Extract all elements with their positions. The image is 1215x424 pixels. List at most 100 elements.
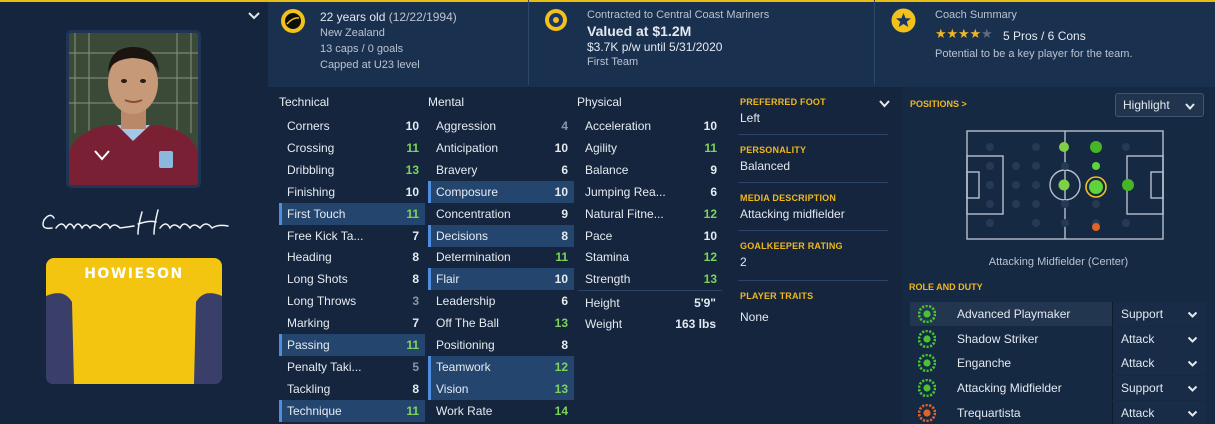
attribute-row[interactable]: Positioning 8 [428,334,574,356]
role-name: Trequartista [957,405,1021,420]
attribute-value: 13 [554,316,568,331]
attribute-row[interactable]: Long Throws 3 [279,290,425,312]
chevron-down-icon [1187,336,1198,343]
attribute-row[interactable]: Pace 10 [577,225,723,247]
chevron-down-icon[interactable] [878,97,891,110]
star-icon: ★ [935,26,947,41]
attribute-row[interactable]: Natural Fitne... 12 [577,203,723,225]
height-value: 5'9" [694,296,716,310]
attribute-name: Technique [287,403,342,418]
duty-dropdown[interactable]: Attack [1112,326,1206,351]
attribute-value: 13 [703,272,717,287]
attribute-value: 10 [703,119,717,133]
attribute-row[interactable]: Off The Ball 13 [428,312,574,334]
attribute-value: 5 [412,359,419,374]
duty-dropdown[interactable]: Attack [1112,400,1206,424]
attribute-value: 12 [703,250,717,265]
attribute-row[interactable]: Penalty Taki... 5 [279,356,425,378]
attribute-row[interactable]: Dribbling 13 [279,159,425,181]
attribute-row[interactable]: Strength 13 [577,268,723,290]
club-badge-icon [545,9,567,31]
star-icon: ★ [981,26,993,41]
attribute-row[interactable]: Crossing 11 [279,137,425,159]
attribute-row[interactable]: Determination 11 [428,246,574,268]
attribute-row[interactable]: Agility 11 [577,137,723,159]
attribute-row[interactable]: Flair 10 [428,268,574,291]
attribute-name: Composure [436,184,499,199]
attribute-row[interactable]: Aggression 4 [428,115,574,137]
attribute-row[interactable]: First Touch 11 [279,202,425,225]
physical-divider [578,290,722,291]
pitch-diagram [966,130,1164,240]
attribute-value: 11 [406,338,419,352]
media-description-value: Attacking midfielder [740,207,845,221]
attribute-row[interactable]: Free Kick Ta... 7 [279,225,425,247]
attribute-row[interactable]: Work Rate 14 [428,400,574,422]
attribute-name: Positioning [436,338,495,352]
chevron-down-icon [1187,385,1198,393]
fern-badge-icon [281,9,305,33]
attribute-row[interactable]: Heading 8 [279,246,425,268]
attribute-row[interactable]: Anticipation 10 [428,137,574,159]
duty-dropdown[interactable]: Support [1112,302,1206,326]
info-divider [738,280,888,281]
attribute-value: 8 [561,338,568,352]
player-nation[interactable]: New Zealand [320,27,385,39]
attribute-row[interactable]: Vision 13 [428,377,574,400]
attribute-row[interactable]: Corners 10 [279,115,425,137]
chevron-down-icon[interactable] [246,8,262,24]
attribute-row[interactable]: Marking 7 [279,312,425,334]
role-suitability-icon [918,305,936,323]
attribute-value: 7 [412,316,419,331]
attribute-name: Long Shots [287,272,348,287]
attribute-name: Stamina [585,250,630,265]
role-suitability-icon [918,403,936,422]
role-row[interactable]: Enganche Attack [910,351,1206,376]
attribute-value: 12 [554,359,568,374]
attribute-value: 4 [561,119,568,133]
player-age-line: 22 years old (12/22/1994) [320,10,457,24]
attribute-name: Dribbling [287,162,335,177]
role-row[interactable]: Shadow Striker Attack [910,326,1206,351]
star-icon: ★ [946,26,959,41]
attribute-name: Pace [585,228,613,243]
attribute-name: Balance [585,162,629,177]
attribute-row[interactable]: Acceleration 10 [577,115,723,137]
attribute-row[interactable]: Composure 10 [428,180,574,203]
attribute-name: First Touch [287,206,346,221]
attribute-row[interactable]: Tackling 8 [279,378,425,400]
attribute-row[interactable]: Bravery 6 [428,159,574,181]
attribute-row[interactable]: Long Shots 8 [279,268,425,290]
attribute-row[interactable]: Leadership 6 [428,290,574,312]
duty-dropdown[interactable]: Attack [1112,351,1206,376]
attribute-row[interactable]: Concentration 9 [428,203,574,225]
attribute-row[interactable]: Teamwork 12 [428,355,574,378]
role-row[interactable]: Attacking Midfielder Support [910,376,1206,401]
attribute-row[interactable]: Stamina 12 [577,246,723,268]
media-description-label: MEDIA DESCRIPTION [740,193,837,203]
role-row[interactable]: Advanced Playmaker Support [910,302,1206,326]
attribute-row[interactable]: Balance 9 [577,159,723,181]
player-traits-label: PLAYER TRAITS [740,291,814,301]
attribute-value: 11 [406,206,419,221]
player-traits-value: None [740,310,769,324]
attribute-value: 9 [561,206,568,221]
attribute-row[interactable]: Finishing 10 [279,181,425,203]
attribute-value: 11 [555,250,568,265]
attribute-row[interactable]: Jumping Rea... 6 [577,181,723,203]
attribute-row[interactable]: Passing 11 [279,334,425,356]
attribute-value: 12 [703,206,717,221]
highlight-dropdown[interactable]: Highlight [1115,93,1204,117]
pros-cons[interactable]: 5 Pros / 6 Cons [1003,29,1086,43]
role-row[interactable]: Trequartista Attack [910,400,1206,424]
mental-heading: Mental [428,95,465,109]
attribute-row[interactable]: Technique 11 [279,399,425,422]
role-duty-title: ROLE AND DUTY [909,282,983,292]
contract-text: Contracted to Central Coast Mariners [587,9,770,21]
attribute-row[interactable]: Decisions 8 [428,224,574,247]
role-suitability-icon [918,379,936,398]
positions-link[interactable]: POSITIONS > [910,99,967,109]
goalkeeper-rating-value: 2 [740,255,747,269]
attribute-value: 11 [406,403,419,418]
duty-dropdown[interactable]: Support [1112,376,1206,401]
